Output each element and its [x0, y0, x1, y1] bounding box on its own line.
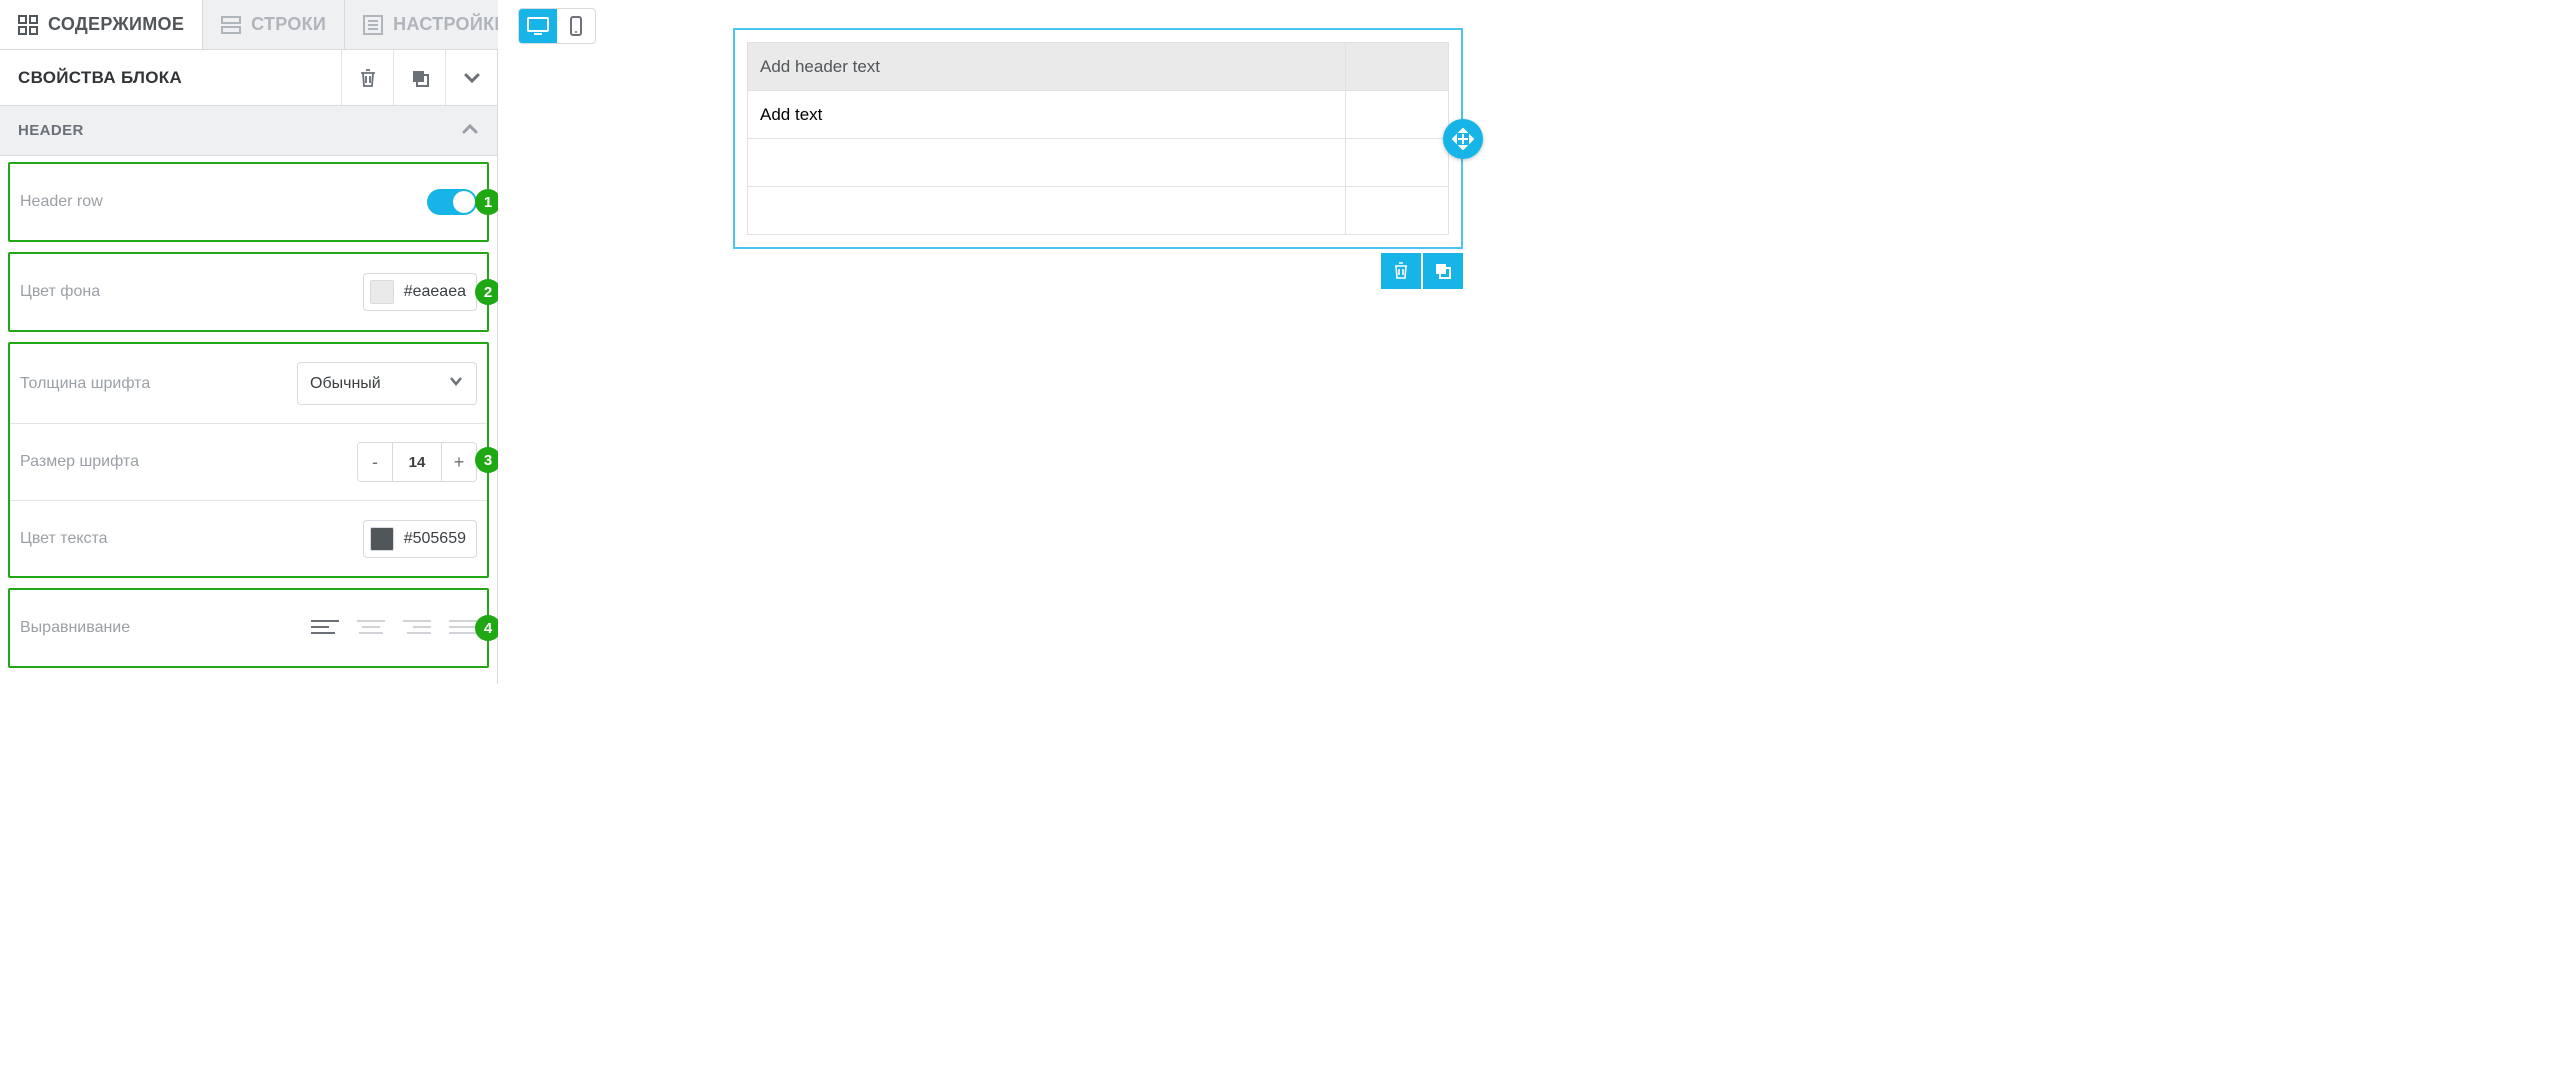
properties-sidebar: СОДЕРЖИМОЕ СТРОКИ НАСТРОЙКИ СВОЙСТВА БЛО…: [0, 0, 498, 684]
table-header-row: Add header text: [748, 43, 1449, 91]
table-cell[interactable]: [748, 139, 1346, 187]
table-row: [748, 139, 1449, 187]
rows-icon: [221, 15, 241, 35]
tab-settings-label: НАСТРОЙКИ: [393, 14, 507, 35]
tab-content[interactable]: СОДЕРЖИМОЕ: [0, 0, 203, 49]
block-properties-actions: [341, 50, 497, 105]
delete-block-floating-button[interactable]: [1381, 253, 1421, 289]
text-color-value: #505659: [404, 530, 466, 548]
grid-icon: [18, 15, 38, 35]
align-center-button[interactable]: [357, 618, 385, 638]
table-cell[interactable]: Add text: [748, 91, 1346, 139]
bg-color-swatch: [370, 280, 394, 304]
text-color-swatch: [370, 527, 394, 551]
bg-color-field[interactable]: #eaeaea: [363, 273, 477, 311]
content-table: Add header text Add text: [747, 42, 1449, 235]
font-size-label: Размер шрифта: [20, 453, 139, 471]
table-row: [748, 187, 1449, 235]
table-cell[interactable]: [1345, 187, 1448, 235]
header-row-label: Header row: [20, 193, 103, 211]
tab-rows-label: СТРОКИ: [251, 14, 326, 35]
block-properties-title: СВОЙСТВА БЛОКА: [0, 68, 341, 88]
bg-color-value: #eaeaea: [404, 283, 466, 301]
chevron-up-icon: [461, 120, 479, 142]
text-color-label: Цвет текста: [20, 530, 108, 548]
device-switcher: [518, 8, 596, 44]
delete-block-button[interactable]: [341, 50, 393, 105]
table-cell[interactable]: [1345, 139, 1448, 187]
font-weight-label: Толщина шрифта: [20, 375, 150, 393]
tab-content-label: СОДЕРЖИМОЕ: [48, 14, 184, 35]
table-header-cell[interactable]: Add header text: [748, 43, 1346, 91]
table-cell[interactable]: [1345, 91, 1448, 139]
editor-canvas: Add header text Add text: [498, 0, 2560, 684]
toggle-knob: [453, 191, 475, 213]
font-size-stepper: - 14 +: [357, 442, 477, 482]
move-handle[interactable]: [1443, 119, 1483, 159]
align-right-button[interactable]: [403, 618, 431, 638]
desktop-view-button[interactable]: [519, 9, 557, 43]
list-icon: [363, 15, 383, 35]
bg-color-label: Цвет фона: [20, 283, 100, 301]
selected-table-block[interactable]: Add header text Add text: [733, 28, 1463, 249]
font-weight-select[interactable]: Обычный: [297, 362, 477, 405]
table-cell[interactable]: [748, 187, 1346, 235]
duplicate-block-button[interactable]: [393, 50, 445, 105]
font-size-value[interactable]: 14: [392, 443, 442, 481]
block-properties-bar: СВОЙСТВА БЛОКА: [0, 50, 497, 106]
tab-rows[interactable]: СТРОКИ: [203, 0, 345, 49]
text-color-field[interactable]: #505659: [363, 520, 477, 558]
table-header-cell[interactable]: [1345, 43, 1448, 91]
sidebar-tabs: СОДЕРЖИМОЕ СТРОКИ НАСТРОЙКИ: [0, 0, 497, 50]
block-floating-actions: [1381, 253, 1463, 289]
align-buttons: [311, 618, 477, 638]
chevron-down-icon: [448, 373, 464, 394]
collapse-block-button[interactable]: [445, 50, 497, 105]
section-header-label: HEADER: [18, 122, 84, 139]
section-header-toggle[interactable]: HEADER: [0, 106, 497, 156]
mobile-view-button[interactable]: [557, 9, 595, 43]
font-weight-value: Обычный: [310, 375, 381, 393]
align-label: Выравнивание: [20, 619, 130, 637]
font-size-increment[interactable]: +: [442, 443, 476, 481]
table-row: Add text: [748, 91, 1449, 139]
header-row-toggle[interactable]: [427, 189, 477, 215]
align-left-button[interactable]: [311, 618, 339, 638]
font-size-decrement[interactable]: -: [358, 443, 392, 481]
duplicate-block-floating-button[interactable]: [1423, 253, 1463, 289]
align-justify-button[interactable]: [449, 618, 477, 638]
